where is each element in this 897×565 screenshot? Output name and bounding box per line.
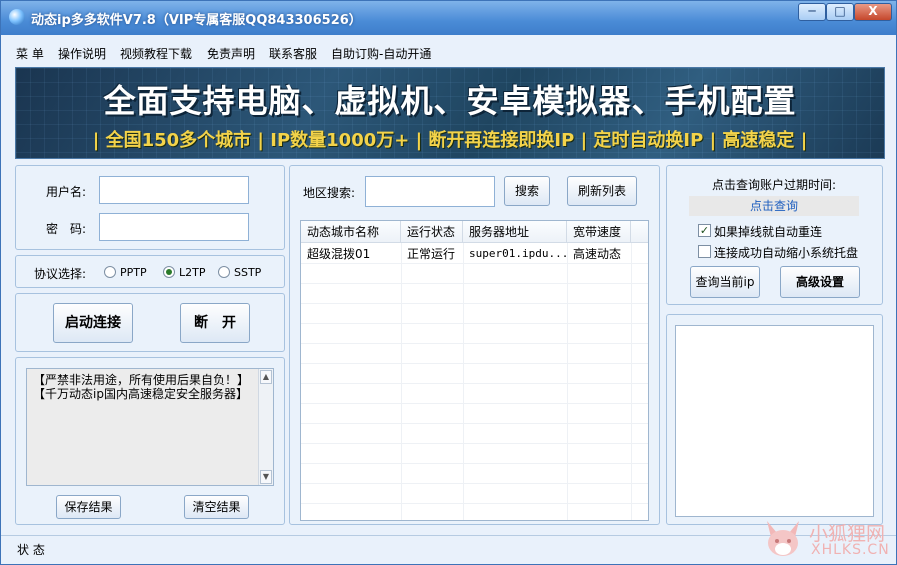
password-label: 密 码: bbox=[46, 222, 87, 236]
l2tp-label[interactable]: L2TP bbox=[179, 266, 205, 279]
menu-item-video-download[interactable]: 视频教程下载 bbox=[120, 45, 192, 62]
username-input[interactable] bbox=[99, 176, 249, 204]
region-search-input[interactable] bbox=[365, 176, 495, 207]
query-expiry-link[interactable]: 点击查询 bbox=[689, 196, 859, 216]
log-scrollbar[interactable]: ▲ ▼ bbox=[258, 369, 273, 485]
grid-line bbox=[301, 323, 648, 324]
menu-item-disclaimer[interactable]: 免责声明 bbox=[207, 45, 255, 62]
pptp-radio[interactable] bbox=[104, 266, 116, 278]
minimize-tray-label[interactable]: 连接成功自动缩小系统托盘 bbox=[714, 244, 858, 261]
menu-item-contact[interactable]: 联系客服 bbox=[269, 45, 317, 62]
promo-banner: 全面支持电脑、虚拟机、安卓模拟器、手机配置 | 全国150多个城市 | IP数量… bbox=[15, 67, 885, 159]
protocol-panel: 协议选择: PPTP L2TP SSTP bbox=[15, 255, 285, 288]
account-panel: 点击查询账户过期时间: 点击查询 ✓ 如果掉线就自动重连 连接成功自动缩小系统托… bbox=[666, 165, 883, 305]
grid-line bbox=[301, 283, 648, 284]
menu-item-self-order[interactable]: 自助订购-自动开通 bbox=[331, 45, 431, 62]
menu-bar: 菜 单 操作说明 视频教程下载 免责声明 联系客服 自助订购-自动开通 bbox=[1, 41, 896, 63]
app-window: 动态ip多多软件V7.8（VIP专属客服QQ843306526） ─ □ X 菜… bbox=[0, 0, 897, 565]
grid-line bbox=[301, 343, 648, 344]
window-title: 动态ip多多软件V7.8（VIP专属客服QQ843306526） bbox=[31, 13, 362, 28]
column-header-speed[interactable]: 宽带速度 bbox=[567, 221, 631, 243]
grid-line bbox=[567, 243, 568, 520]
fox-logo-icon bbox=[767, 521, 799, 556]
server-panel: 地区搜索: 搜索 刷新列表 动态城市名称 运行状态 服务器地址 宽带速度 超级混… bbox=[289, 165, 660, 525]
log-line: 【千万动态ip国内高速稳定安全服务器】 bbox=[33, 387, 248, 401]
scroll-up-arrow-icon[interactable]: ▲ bbox=[260, 370, 272, 384]
grid-line bbox=[301, 423, 648, 424]
connect-button[interactable]: 启动连接 bbox=[53, 303, 133, 343]
menu-item-instructions[interactable]: 操作说明 bbox=[58, 45, 106, 62]
auto-reconnect-checkbox[interactable]: ✓ bbox=[698, 224, 711, 237]
grid-line bbox=[301, 363, 648, 364]
search-button[interactable]: 搜索 bbox=[504, 176, 550, 206]
grid-line bbox=[301, 383, 648, 384]
refresh-list-button[interactable]: 刷新列表 bbox=[567, 176, 637, 206]
l2tp-radio[interactable] bbox=[163, 266, 175, 278]
expiry-label: 点击查询账户过期时间: bbox=[712, 178, 837, 192]
clear-result-button[interactable]: 清空结果 bbox=[184, 495, 249, 519]
maximize-button[interactable]: □ bbox=[826, 3, 854, 21]
advanced-settings-button[interactable]: 高级设置 bbox=[780, 266, 860, 298]
grid-line bbox=[301, 403, 648, 404]
table-cell-city: 超级混拨01 bbox=[307, 247, 371, 261]
scroll-down-arrow-icon[interactable]: ▼ bbox=[260, 470, 272, 484]
column-header-city[interactable]: 动态城市名称 bbox=[301, 221, 401, 243]
grid-line bbox=[463, 243, 464, 520]
grid-line bbox=[301, 503, 648, 504]
banner-features: | 全国150多个城市 | IP数量1000万+ | 断开再连接即换IP | 定… bbox=[92, 130, 808, 151]
pptp-label[interactable]: PPTP bbox=[120, 266, 147, 279]
sstp-label[interactable]: SSTP bbox=[234, 266, 261, 279]
grid-line bbox=[301, 463, 648, 464]
log-textarea[interactable]: 【严禁非法用途，所有使用后果自负！】 【千万动态ip国内高速稳定安全服务器】 ▲… bbox=[26, 368, 274, 486]
column-header-filler bbox=[631, 221, 648, 243]
password-input[interactable] bbox=[99, 213, 249, 241]
log-panel: 【严禁非法用途，所有使用后果自负！】 【千万动态ip国内高速稳定安全服务器】 ▲… bbox=[15, 357, 285, 525]
column-header-status[interactable]: 运行状态 bbox=[401, 221, 463, 243]
connection-panel: 启动连接 断 开 bbox=[15, 293, 285, 352]
protocol-label: 协议选择: bbox=[34, 267, 87, 281]
sstp-radio[interactable] bbox=[218, 266, 230, 278]
minimize-button[interactable]: ─ bbox=[798, 3, 826, 21]
title-bar[interactable]: 动态ip多多软件V7.8（VIP专属客服QQ843306526） ─ □ X bbox=[1, 1, 896, 35]
server-list-table: 动态城市名称 运行状态 服务器地址 宽带速度 超级混拨01 正常运行 super… bbox=[300, 220, 649, 521]
grid-line bbox=[301, 483, 648, 484]
grid-line bbox=[631, 243, 632, 520]
save-result-button[interactable]: 保存结果 bbox=[56, 495, 121, 519]
login-panel: 用户名: 密 码: bbox=[15, 165, 285, 250]
auto-reconnect-label[interactable]: 如果掉线就自动重连 bbox=[714, 223, 822, 240]
info-display-box bbox=[675, 325, 874, 517]
grid-line bbox=[301, 443, 648, 444]
column-header-server[interactable]: 服务器地址 bbox=[463, 221, 567, 243]
disconnect-button[interactable]: 断 开 bbox=[180, 303, 250, 343]
minimize-tray-checkbox[interactable] bbox=[698, 245, 711, 258]
app-icon bbox=[9, 9, 25, 25]
info-panel bbox=[666, 314, 883, 525]
table-cell-speed: 高速动态 bbox=[573, 247, 622, 261]
table-cell-status: 正常运行 bbox=[407, 247, 456, 261]
watermark: 小狐狸网 XHLKS.CN bbox=[761, 517, 895, 563]
table-cell-server: super01.ipdu... bbox=[469, 247, 567, 260]
close-button[interactable]: X bbox=[854, 3, 892, 21]
region-search-label: 地区搜索: bbox=[303, 186, 356, 200]
username-label: 用户名: bbox=[46, 185, 87, 199]
status-label: 状 态 bbox=[17, 543, 45, 557]
grid-line bbox=[301, 303, 648, 304]
grid-line bbox=[401, 243, 402, 520]
menu-item-menu[interactable]: 菜 单 bbox=[16, 45, 44, 62]
query-ip-button[interactable]: 查询当前ip bbox=[690, 266, 760, 298]
watermark-domain: XHLKS.CN bbox=[811, 542, 890, 558]
banner-headline: 全面支持电脑、虚拟机、安卓模拟器、手机配置 bbox=[103, 82, 797, 120]
